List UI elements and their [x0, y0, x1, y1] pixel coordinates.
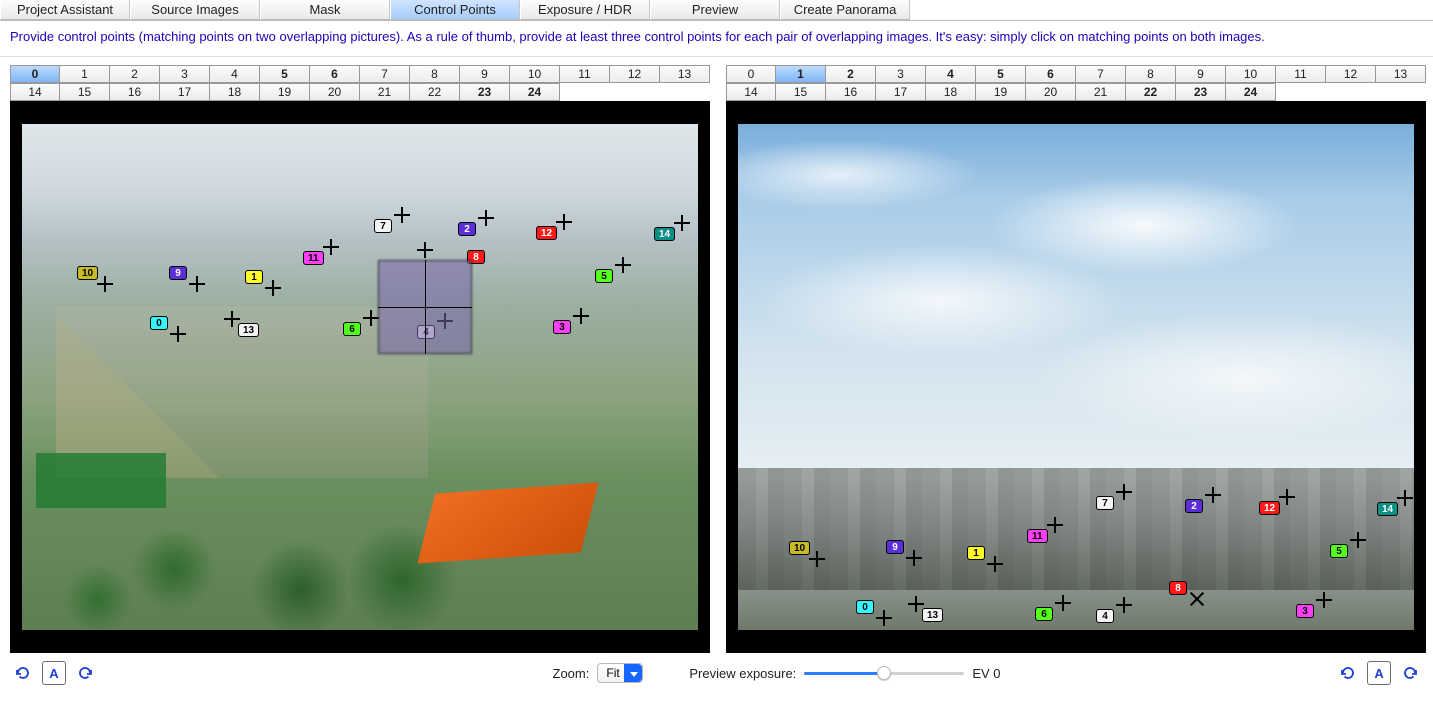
left-image-thumb-0[interactable]: 0 [10, 65, 60, 83]
left-image-thumb-13[interactable]: 13 [660, 65, 710, 83]
left-image-thumb-4[interactable]: 4 [210, 65, 260, 83]
tab-preview[interactable]: Preview [650, 0, 780, 20]
tab-mask[interactable]: Mask [260, 0, 390, 20]
zoom-select[interactable]: Fit [597, 663, 643, 683]
right-image-thumb-23[interactable]: 23 [1176, 83, 1226, 101]
left-image-thumb-9[interactable]: 9 [460, 65, 510, 83]
left-image-thumb-21[interactable]: 21 [360, 83, 410, 101]
left-image-thumb-8[interactable]: 8 [410, 65, 460, 83]
exposure-label: Preview exposure: [689, 666, 796, 681]
right-image-thumb-1[interactable]: 1 [776, 65, 826, 83]
left-image-thumb-15[interactable]: 15 [60, 83, 110, 101]
left-image-thumb-20[interactable]: 20 [310, 83, 360, 101]
left-image-thumb-2[interactable]: 2 [110, 65, 160, 83]
right-image-thumb-18[interactable]: 18 [926, 83, 976, 101]
left-image-thumb-14[interactable]: 14 [10, 83, 60, 101]
right-image-thumb-0[interactable]: 0 [726, 65, 776, 83]
undo-right-icon[interactable] [1335, 661, 1359, 685]
left-image-thumb-16[interactable]: 16 [110, 83, 160, 101]
left-image-thumb-11[interactable]: 11 [560, 65, 610, 83]
right-image-thumb-5[interactable]: 5 [976, 65, 1026, 83]
left-panel: 0123456789101112131415161718192021222324… [10, 65, 710, 653]
right-image-thumb-12[interactable]: 12 [1326, 65, 1376, 83]
right-image-thumb-21[interactable]: 21 [1076, 83, 1126, 101]
right-image-thumb-13[interactable]: 13 [1376, 65, 1426, 83]
redo-left-icon[interactable] [74, 661, 98, 685]
right-image-thumb-17[interactable]: 17 [876, 83, 926, 101]
right-image-thumb-19[interactable]: 19 [976, 83, 1026, 101]
redo-right-icon[interactable] [1399, 661, 1423, 685]
left-image-thumb-24[interactable]: 24 [510, 83, 560, 101]
tab-control-points[interactable]: Control Points [390, 0, 520, 20]
hint-text: Provide control points (matching points … [0, 21, 1433, 56]
right-image-thumb-8[interactable]: 8 [1126, 65, 1176, 83]
right-image-thumb-16[interactable]: 16 [826, 83, 876, 101]
left-image-thumb-6[interactable]: 6 [310, 65, 360, 83]
auto-right-button[interactable]: A [1367, 661, 1391, 685]
left-image-thumb-23[interactable]: 23 [460, 83, 510, 101]
left-image-view[interactable]: 01234567891011121314 [10, 101, 710, 653]
right-image-thumb-3[interactable]: 3 [876, 65, 926, 83]
right-image-thumb-11[interactable]: 11 [1276, 65, 1326, 83]
undo-left-icon[interactable] [10, 661, 34, 685]
right-image-thumb-24[interactable]: 24 [1226, 83, 1276, 101]
right-image-view[interactable]: 01234567891011121314 [726, 101, 1426, 653]
right-image-thumb-15[interactable]: 15 [776, 83, 826, 101]
right-panel: 0123456789101112131415161718192021222324… [726, 65, 1426, 653]
left-image-thumb-18[interactable]: 18 [210, 83, 260, 101]
tab-exposure-hdr[interactable]: Exposure / HDR [520, 0, 650, 20]
left-image-thumb-12[interactable]: 12 [610, 65, 660, 83]
zoom-label: Zoom: [553, 666, 590, 681]
left-image-thumb-7[interactable]: 7 [360, 65, 410, 83]
right-image-thumb-14[interactable]: 14 [726, 83, 776, 101]
right-image-thumb-9[interactable]: 9 [1176, 65, 1226, 83]
right-image-thumb-20[interactable]: 20 [1026, 83, 1076, 101]
tab-source-images[interactable]: Source Images [130, 0, 260, 20]
tab-create-panorama[interactable]: Create Panorama [780, 0, 910, 20]
tab-project-assistant[interactable]: Project Assistant [0, 0, 130, 20]
right-image-thumb-7[interactable]: 7 [1076, 65, 1126, 83]
auto-left-button[interactable]: A [42, 661, 66, 685]
left-image-thumb-10[interactable]: 10 [510, 65, 560, 83]
left-image-thumb-3[interactable]: 3 [160, 65, 210, 83]
left-image-thumb-17[interactable]: 17 [160, 83, 210, 101]
right-image-thumb-4[interactable]: 4 [926, 65, 976, 83]
left-image-thumb-22[interactable]: 22 [410, 83, 460, 101]
right-image-thumb-2[interactable]: 2 [826, 65, 876, 83]
right-image-thumb-22[interactable]: 22 [1126, 83, 1176, 101]
exposure-value: EV 0 [972, 666, 1000, 681]
right-image-thumb-10[interactable]: 10 [1226, 65, 1276, 83]
left-image-thumb-5[interactable]: 5 [260, 65, 310, 83]
right-image-thumb-6[interactable]: 6 [1026, 65, 1076, 83]
left-image-thumb-19[interactable]: 19 [260, 83, 310, 101]
left-image-thumb-1[interactable]: 1 [60, 65, 110, 83]
exposure-slider[interactable] [804, 665, 964, 681]
